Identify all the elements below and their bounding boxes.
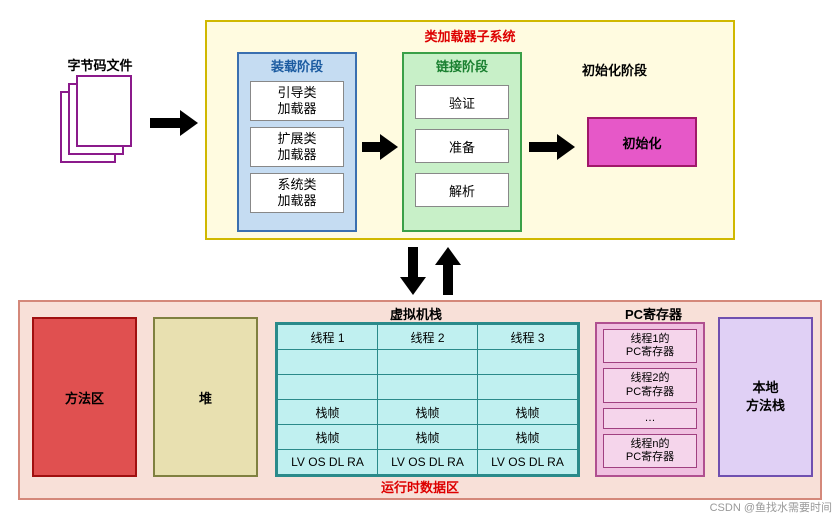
pc-register-label: PC寄存器	[625, 304, 682, 323]
verify-step: 验证	[415, 85, 509, 119]
extension-loader: 扩展类加载器	[250, 127, 344, 167]
arrow-down	[400, 247, 426, 295]
loading-phase: 装载阶段 引导类加载器 扩展类加载器 系统类加载器	[237, 52, 357, 232]
vm-stack: 线程 1线程 2线程 3 栈帧栈帧栈帧 栈帧栈帧栈帧 LV OS DL RALV…	[275, 322, 580, 477]
pc-thread2: 线程2的PC寄存器	[603, 368, 697, 402]
init-phase-label: 初始化阶段	[582, 60, 647, 79]
pc-thread1: 线程1的PC寄存器	[603, 329, 697, 363]
thread-1: 线程 1	[278, 325, 378, 350]
stack-frame: 栈帧	[278, 400, 378, 425]
watermark: CSDN @鱼找水需要时间	[710, 499, 832, 515]
resolve-step: 解析	[415, 173, 509, 207]
classloader-title: 类加载器子系统	[207, 26, 733, 45]
bootstrap-loader: 引导类加载器	[250, 81, 344, 121]
pc-threadn: 线程n的PC寄存器	[603, 434, 697, 468]
arrow-up	[435, 247, 461, 295]
arrow-loading-to-linking	[362, 134, 398, 160]
thread-3: 线程 3	[478, 325, 578, 350]
loading-title: 装载阶段	[239, 56, 355, 75]
native-method-stack: 本地方法栈	[718, 317, 813, 477]
bytecode-files-icon	[60, 75, 130, 165]
classloader-subsystem: 类加载器子系统 装载阶段 引导类加载器 扩展类加载器 系统类加载器 链接阶段 验…	[205, 20, 735, 240]
linking-phase: 链接阶段 验证 准备 解析	[402, 52, 522, 232]
init-box: 初始化	[587, 117, 697, 167]
method-area: 方法区	[32, 317, 137, 477]
vmstack-label: 虚拟机栈	[390, 304, 442, 323]
bytecode-files-label: 字节码文件	[55, 55, 145, 74]
arrow-linking-to-init	[529, 134, 575, 160]
prepare-step: 准备	[415, 129, 509, 163]
runtime-data-area: 方法区 堆 虚拟机栈 线程 1线程 2线程 3 栈帧栈帧栈帧 栈帧栈帧栈帧 LV…	[18, 300, 822, 500]
thread-2: 线程 2	[378, 325, 478, 350]
lvs-row: LV OS DL RA	[278, 450, 378, 475]
arrow-bytecode-to-loader	[150, 110, 198, 136]
pc-ellipsis: …	[603, 408, 697, 429]
runtime-title: 运行时数据区	[20, 477, 820, 496]
linking-title: 链接阶段	[404, 56, 520, 75]
pc-registers: 线程1的PC寄存器 线程2的PC寄存器 … 线程n的PC寄存器	[595, 322, 705, 477]
system-loader: 系统类加载器	[250, 173, 344, 213]
heap: 堆	[153, 317, 258, 477]
